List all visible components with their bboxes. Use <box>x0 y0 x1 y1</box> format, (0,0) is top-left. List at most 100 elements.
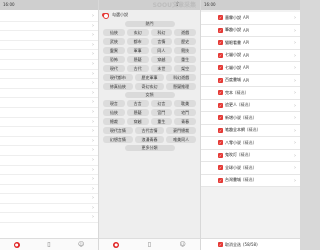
category-chip[interactable]: 靈異 <box>103 47 125 54</box>
category-chip[interactable]: 懸疑 <box>126 109 149 116</box>
category-chip[interactable]: 競技 <box>174 47 196 54</box>
checkbox-checked-icon[interactable]: ✓ <box>218 152 223 158</box>
home-icon[interactable]: ● <box>13 241 20 248</box>
category-chip[interactable]: 古代言情 <box>134 127 165 134</box>
list-item[interactable]: › <box>0 12 98 22</box>
checkbox-checked-icon[interactable]: ✓ <box>218 90 223 96</box>
checkbox-checked-icon[interactable]: ✓ <box>218 165 223 171</box>
category-chip[interactable]: 懸疑推理 <box>166 83 196 90</box>
source-item[interactable]: ✓ 台灣書城 (精选) › <box>201 174 300 187</box>
list-item[interactable]: › <box>0 166 98 176</box>
category-chip[interactable]: 穿越 <box>150 56 173 63</box>
category-chip[interactable]: 仙俠 <box>103 29 125 36</box>
category-chip[interactable]: 科幻遊戲 <box>166 74 196 81</box>
category-chip[interactable]: 現言 <box>103 100 125 107</box>
category-chip[interactable]: 宮鬥 <box>150 109 173 116</box>
category-chip[interactable]: 現代都市 <box>103 74 133 81</box>
list-item[interactable]: › <box>0 118 98 128</box>
checkbox-checked-icon[interactable]: ✓ <box>218 127 223 133</box>
checkbox-checked-icon[interactable]: ✓ <box>218 242 223 247</box>
list-item[interactable]: › <box>0 89 98 99</box>
checkbox-checked-icon[interactable]: ✓ <box>218 27 223 33</box>
list-item[interactable]: › <box>0 70 98 80</box>
category-chip[interactable]: 重生 <box>174 56 196 63</box>
checkbox-checked-icon[interactable]: ✓ <box>218 65 223 71</box>
list-item[interactable]: › <box>0 175 98 185</box>
list-item[interactable]: › <box>0 127 98 137</box>
category-chip[interactable]: 青春 <box>174 118 196 125</box>
category-chip[interactable]: 豪門總裁 <box>166 127 196 134</box>
checkbox-checked-icon[interactable]: ✓ <box>218 52 223 58</box>
book-icon[interactable]: ▯ <box>148 241 151 248</box>
category-chip[interactable]: 修真仙俠 <box>103 83 133 90</box>
category-chip[interactable]: 古代 <box>126 65 149 72</box>
category-chip[interactable]: 同人 <box>150 47 173 54</box>
category-chip[interactable]: 歷史 <box>174 38 196 45</box>
category-chip[interactable]: 浪漫青春 <box>134 136 165 143</box>
deselect-all-label[interactable]: 取消全选 <box>225 242 241 248</box>
list-item[interactable]: › <box>0 185 98 195</box>
category-chip[interactable]: 科幻 <box>150 29 173 36</box>
category-chip[interactable]: 架空 <box>174 65 196 72</box>
source-item[interactable]: ✓ 笔趣全本網 (精选) › <box>201 124 300 137</box>
source-item[interactable]: ✓ 百度書城 API › <box>201 74 300 87</box>
list-item[interactable]: › <box>0 213 98 224</box>
category-chip[interactable]: 宅鬥 <box>174 109 196 116</box>
category-chip[interactable]: 重生 <box>150 118 173 125</box>
list-item[interactable]: › <box>0 146 98 156</box>
category-chip[interactable]: 仙俠 <box>103 109 125 116</box>
category-chip[interactable]: 現代 <box>103 65 125 72</box>
category-chip[interactable]: 幻想言情 <box>103 136 133 143</box>
more-categories-button[interactable]: 更多分類 <box>124 145 175 151</box>
checkbox-checked-icon[interactable]: ✓ <box>218 15 223 21</box>
list-item[interactable]: › <box>0 137 98 147</box>
user-icon[interactable]: ☺ <box>78 241 84 248</box>
category-chip[interactable]: 都市 <box>126 38 149 45</box>
source-item[interactable]: ✓ 完本 (精选) › <box>201 87 300 100</box>
checkbox-checked-icon[interactable]: ✓ <box>218 140 223 146</box>
category-chip[interactable]: 古言 <box>126 100 149 107</box>
category-chip[interactable]: 奇幻玄幻 <box>134 83 165 90</box>
list-item[interactable]: › <box>0 60 98 70</box>
checkbox-checked-icon[interactable]: ✓ <box>218 177 223 183</box>
category-chip[interactable]: 玄幻 <box>126 29 149 36</box>
category-chip[interactable]: 總裁 <box>103 118 125 125</box>
category-chip[interactable]: 耽美 <box>174 100 196 107</box>
category-chip[interactable]: 歷史軍事 <box>134 74 165 81</box>
list-item[interactable]: › <box>0 41 98 51</box>
category-chip[interactable]: 穿越 <box>126 118 149 125</box>
category-chip[interactable]: 懸疑 <box>126 56 149 63</box>
category-chip[interactable]: 遊戲 <box>174 29 196 36</box>
source-item[interactable]: ✓ 新增小说 (精选) › <box>201 112 300 125</box>
toggle-switch[interactable] <box>102 13 109 19</box>
source-item[interactable]: ✓ 筆趣小說 API › <box>201 24 300 37</box>
list-item[interactable]: › <box>0 98 98 108</box>
category-chip[interactable]: 幻言 <box>150 100 173 107</box>
source-item[interactable]: ✓ 墨霖小說 API › <box>201 12 300 25</box>
list-item[interactable]: › <box>0 22 98 32</box>
list-item[interactable]: › <box>0 79 98 89</box>
category-chip[interactable]: 末世 <box>150 65 173 72</box>
checkbox-checked-icon[interactable]: ✓ <box>218 77 223 83</box>
book-icon[interactable]: ▯ <box>47 241 50 248</box>
category-chip[interactable]: 唯美同人 <box>166 136 196 143</box>
list-item[interactable]: › <box>0 156 98 166</box>
list-item[interactable]: › <box>0 31 98 41</box>
category-chip[interactable]: 軍事 <box>126 47 149 54</box>
source-item[interactable]: ✓ 七貓小說 API › <box>201 62 300 75</box>
list-item[interactable]: › <box>0 204 98 214</box>
source-item[interactable]: ✓ 追更人 (精选) › <box>201 99 300 112</box>
list-item[interactable]: › <box>0 108 98 118</box>
category-chip[interactable]: 恐怖 <box>103 56 125 63</box>
user-icon[interactable]: ☺ <box>179 241 185 248</box>
source-item[interactable]: ✓ 八零小说 (精选) › <box>201 137 300 150</box>
category-chip[interactable]: 言情 <box>150 38 173 45</box>
category-chip[interactable]: 武俠 <box>103 38 125 45</box>
source-item[interactable]: ✓ 猫眼看書 API › <box>201 37 300 50</box>
category-chip[interactable]: 現代言情 <box>103 127 133 134</box>
list-item[interactable]: › <box>0 194 98 204</box>
checkbox-checked-icon[interactable]: ✓ <box>218 40 223 46</box>
checkbox-checked-icon[interactable]: ✓ <box>218 102 223 108</box>
checkbox-checked-icon[interactable]: ✓ <box>218 115 223 121</box>
source-item[interactable]: ✓ 鬼吹灯 (精选) › <box>201 149 300 162</box>
